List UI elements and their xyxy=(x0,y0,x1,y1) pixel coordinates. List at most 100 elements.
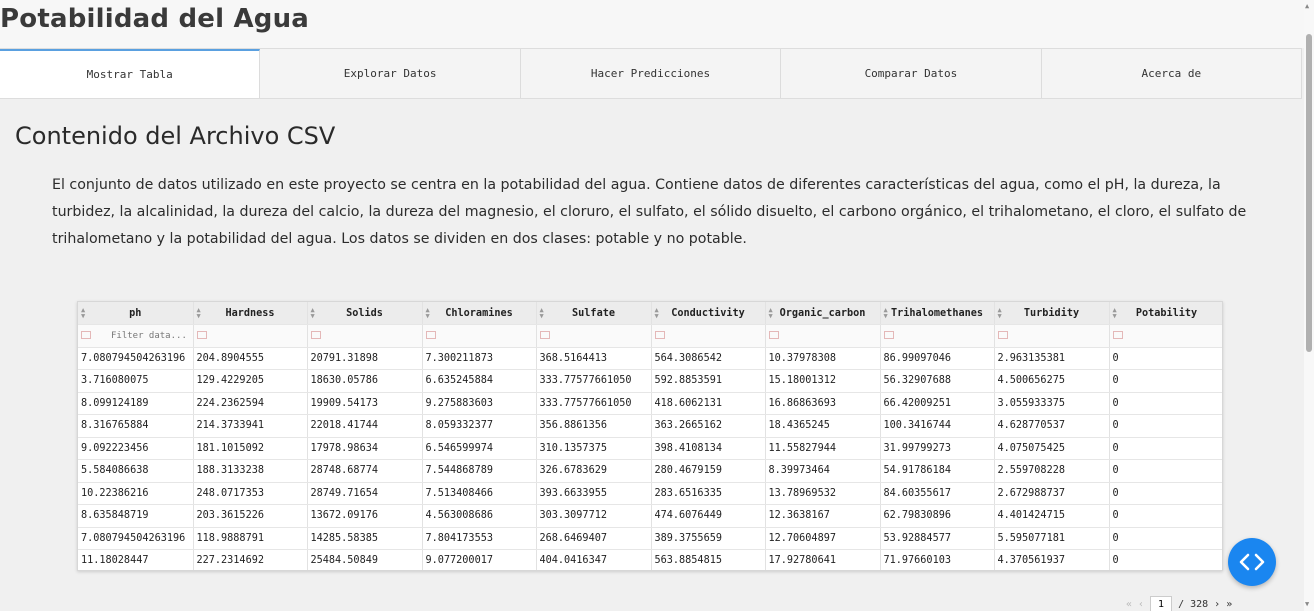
table-cell: 0 xyxy=(1109,414,1222,438)
tab-hacer-predicciones[interactable]: Hacer Predicciones xyxy=(521,49,782,98)
column-header-turbidity[interactable]: ▲ ▼ Turbidity xyxy=(994,302,1110,325)
table-cell: 11.55827944 xyxy=(765,437,881,460)
filter-checkbox-icon xyxy=(425,331,436,340)
filter-input[interactable] xyxy=(307,324,423,348)
filter-input[interactable] xyxy=(1109,324,1222,348)
tab-bar: Mostrar Tabla Explorar Datos Hacer Predi… xyxy=(0,48,1303,99)
table-cell: 7.080794504263196 xyxy=(78,347,194,370)
table-cell: 203.3615226 xyxy=(193,504,308,528)
filter-input[interactable] xyxy=(193,324,308,348)
table-row[interactable]: 8.099124189 224.2362594 19909.54173 9.27588… xyxy=(78,392,1222,415)
table-cell: 28749.71654 xyxy=(307,482,423,505)
table-cell: 404.0416347 xyxy=(536,549,652,570)
prev-page-button[interactable]: ‹ xyxy=(1138,599,1144,610)
table-cell: 12.3638167 xyxy=(765,504,881,528)
column-header-trihalomethanes[interactable]: ▲ ▼ Trihalomethanes xyxy=(880,302,995,325)
tab-mostrar-tabla[interactable]: Mostrar Tabla xyxy=(0,49,261,98)
filter-checkbox-icon xyxy=(997,331,1008,340)
tab-explorar-datos[interactable]: Explorar Datos xyxy=(260,49,521,98)
table-cell: 84.60355617 xyxy=(880,482,995,505)
data-table-container: ▲ ▼ ph ▲ ▼ Hardness ▲ ▼ Solids ▲ ▼ Chloramines ▲… xyxy=(77,301,1223,571)
table-cell: 4.628770537 xyxy=(994,414,1110,438)
table-cell: 592.8853591 xyxy=(651,369,766,393)
table-row[interactable]: 10.22386216 248.0717353 28749.71654 7.51340… xyxy=(78,482,1222,505)
filter-input[interactable] xyxy=(765,324,881,348)
tab-comparar-datos[interactable]: Comparar Datos xyxy=(781,49,1042,98)
table-cell: 0 xyxy=(1109,392,1222,415)
sort-icon: ▲ ▼ xyxy=(310,306,315,320)
column-header-chloramines[interactable]: ▲ ▼ Chloramines xyxy=(422,302,537,325)
filter-input[interactable] xyxy=(422,324,537,348)
table-row[interactable]: 5.584086638 188.3133238 28748.68774 7.54486… xyxy=(78,459,1222,483)
table-cell: 4.401424715 xyxy=(994,504,1110,528)
filter-input[interactable]: Filter data... xyxy=(78,324,194,348)
table-cell: 25484.50849 xyxy=(307,549,423,570)
table-cell: 0 xyxy=(1109,482,1222,505)
scroll-up-icon[interactable]: ▲ xyxy=(1305,2,1309,10)
table-cell: 227.2314692 xyxy=(193,549,308,570)
table-cell: 204.8904555 xyxy=(193,347,308,370)
filter-input[interactable] xyxy=(880,324,995,348)
filter-checkbox-icon xyxy=(310,331,321,340)
table-cell: 56.32907688 xyxy=(880,369,995,393)
next-page-button[interactable]: › xyxy=(1214,599,1220,610)
filter-input[interactable] xyxy=(536,324,652,348)
filter-checkbox-icon xyxy=(539,331,550,340)
filter-input[interactable] xyxy=(651,324,766,348)
column-header-organic-carbon[interactable]: ▲ ▼ Organic_carbon xyxy=(765,302,881,325)
filter-checkbox-icon xyxy=(654,331,665,340)
table-cell: 18630.05786 xyxy=(307,369,423,393)
page-number-input[interactable] xyxy=(1150,596,1173,611)
column-header-sulfate[interactable]: ▲ ▼ Sulfate xyxy=(536,302,652,325)
table-cell: 3.716080075 xyxy=(78,369,194,393)
table-cell: 224.2362594 xyxy=(193,392,308,415)
table-cell: 310.1357375 xyxy=(536,437,652,460)
page-scrollbar[interactable]: ▲ ▼ xyxy=(1304,0,1314,611)
tab-acerca-de[interactable]: Acerca de xyxy=(1042,49,1303,98)
code-toggle-button[interactable] xyxy=(1228,538,1276,586)
sort-icon: ▲ ▼ xyxy=(768,306,773,320)
table-cell: 3.055933375 xyxy=(994,392,1110,415)
table-row[interactable]: 8.316765884 214.3733941 22018.41744 8.05933… xyxy=(78,414,1222,438)
table-filter-row: Filter data... xyxy=(78,324,1222,348)
table-cell: 5.584086638 xyxy=(78,459,194,483)
table-cell: 303.3097712 xyxy=(536,504,652,528)
table-cell: 2.672988737 xyxy=(994,482,1110,505)
table-row[interactable]: 3.716080075 129.4229205 18630.05786 6.63524… xyxy=(78,369,1222,393)
table-cell: 100.3416744 xyxy=(880,414,995,438)
table-cell: 564.3086542 xyxy=(651,347,766,370)
table-cell: 398.4108134 xyxy=(651,437,766,460)
table-cell: 0 xyxy=(1109,504,1222,528)
table-cell: 53.92884577 xyxy=(880,527,995,550)
scrollbar-thumb[interactable] xyxy=(1306,34,1312,352)
column-header-ph[interactable]: ▲ ▼ ph xyxy=(78,302,194,325)
column-header-hardness[interactable]: ▲ ▼ Hardness xyxy=(193,302,308,325)
table-cell: 188.3133238 xyxy=(193,459,308,483)
table-row[interactable]: 7.080794504263196 118.9888791 14285.58385 7… xyxy=(78,527,1222,550)
table-cell: 5.595077181 xyxy=(994,527,1110,550)
table-cell: 0 xyxy=(1109,527,1222,550)
section-description: El conjunto de datos utilizado en este p… xyxy=(52,177,1247,247)
table-row[interactable]: 9.092223456 181.1015092 17978.98634 6.54659… xyxy=(78,437,1222,460)
scroll-down-icon[interactable]: ▼ xyxy=(1305,600,1309,608)
last-page-button[interactable]: » xyxy=(1226,599,1232,610)
table-cell: 9.092223456 xyxy=(78,437,194,460)
table-cell: 8.39973464 xyxy=(765,459,881,483)
table-row[interactable]: 8.635848719 203.3615226 13672.09176 4.56300… xyxy=(78,504,1222,528)
table-row[interactable]: 7.080794504263196 204.8904555 20791.31898 7… xyxy=(78,347,1222,370)
filter-input[interactable] xyxy=(994,324,1110,348)
table-cell: 4.563008686 xyxy=(422,504,537,528)
app-header: Potabilidad del Agua xyxy=(0,0,1304,48)
column-header-conductivity[interactable]: ▲ ▼ Conductivity xyxy=(651,302,766,325)
sort-icon: ▲ ▼ xyxy=(81,306,86,320)
data-table: ▲ ▼ ph ▲ ▼ Hardness ▲ ▼ Solids ▲ ▼ Chloramines ▲… xyxy=(78,302,1222,570)
first-page-button[interactable]: « xyxy=(1126,599,1132,610)
table-cell: 54.91786184 xyxy=(880,459,995,483)
table-row[interactable]: 11.18028447 227.2314692 25484.50849 9.07720… xyxy=(78,549,1222,570)
column-header-solids[interactable]: ▲ ▼ Solids xyxy=(307,302,423,325)
table-cell: 0 xyxy=(1109,347,1222,370)
column-header-potability[interactable]: ▲ ▼ Potability xyxy=(1109,302,1222,325)
table-cell: 333.77577661050 xyxy=(536,392,652,415)
table-cell: 15.18001312 xyxy=(765,369,881,393)
table-cell: 16.86863693 xyxy=(765,392,881,415)
